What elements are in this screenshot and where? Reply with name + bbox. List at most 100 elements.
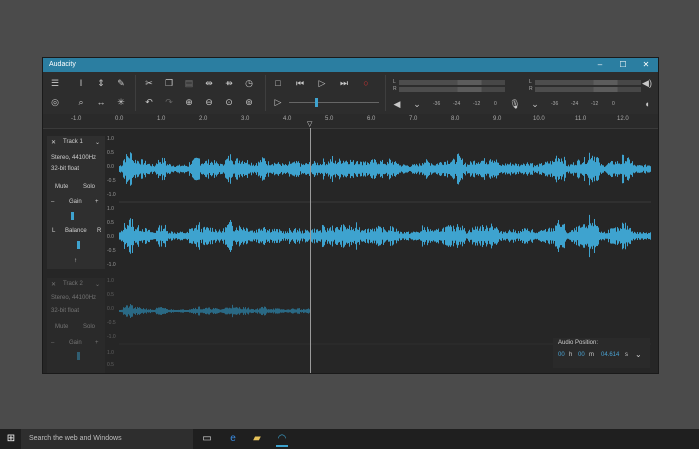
track1-solo-button[interactable]: Solo — [83, 184, 103, 190]
speaker-icon[interactable]: ◀) — [641, 77, 653, 89]
track2-gain-plus[interactable]: + — [95, 340, 103, 346]
audacity-taskbar-icon[interactable]: ◠ — [276, 433, 288, 447]
multi-tool-icon[interactable]: ✳ — [115, 96, 127, 108]
play-scale-12: -12 — [591, 101, 599, 107]
track2-y-axis: 1.0 0.5 0.0 -0.5 -1.0 1.0 0.5 — [107, 278, 116, 368]
taskbar: ⊞ Search the web and Windows ▭ e ▰ ◠ — [0, 429, 699, 449]
audio-position-minutes-unit: m — [589, 352, 594, 358]
playback-meter-r — [535, 87, 641, 92]
track2-mute-button[interactable]: Mute — [55, 324, 75, 330]
redo-icon[interactable]: ↷ — [163, 96, 175, 108]
menu-icon[interactable]: ☰ — [49, 77, 61, 89]
rec-meter-l-label: L — [393, 79, 396, 85]
select-tool-icon[interactable]: I — [75, 77, 87, 89]
zoom-out-icon[interactable]: ⊖ — [203, 96, 215, 108]
sync-icon[interactable]: ◷ — [243, 77, 255, 89]
play-meter-dropdown-icon[interactable]: ⌄ — [529, 98, 541, 110]
microphone-icon[interactable]: 🎙 — [509, 98, 521, 110]
close-button[interactable]: ✕ — [635, 59, 657, 71]
skip-start-icon[interactable]: ⏮ — [294, 77, 306, 89]
ruler-tick: 7.0 — [409, 116, 418, 122]
track1-gain-plus[interactable]: + — [95, 199, 103, 205]
timeline-ruler[interactable]: -1.0 0.0 1.0 2.0 3.0 4.0 5.0 6.0 7.0 8.0… — [43, 114, 658, 129]
track1-mute-button[interactable]: Mute — [55, 184, 75, 190]
record-level-icon[interactable]: ◎ — [49, 96, 61, 108]
track1-format: Stereo, 44100Hz — [51, 155, 97, 161]
record-meter-r — [399, 87, 505, 92]
zoom-in-icon[interactable]: ⊕ — [183, 96, 195, 108]
play-meter-r-label: R — [529, 86, 533, 92]
play-speed-slider[interactable] — [289, 98, 379, 107]
ruler-tick: 3.0 — [241, 116, 250, 122]
stop-icon[interactable]: □ — [272, 77, 284, 89]
track2-close-icon[interactable]: ✕ — [51, 281, 61, 288]
skip-end-icon[interactable]: ⏭ — [338, 77, 350, 89]
track2-control-panel: ✕ Track 2 ⌄ Stereo, 44100Hz 32-bit float… — [47, 278, 105, 373]
draw-tool-icon[interactable]: ✎ — [115, 77, 127, 89]
ruler-tick: 1.0 — [157, 116, 166, 122]
play-meter-l-label: L — [529, 79, 532, 85]
cut-icon[interactable]: ✂ — [143, 77, 155, 89]
record-icon[interactable]: ○ — [360, 77, 372, 89]
track2-gain-minus[interactable]: – — [51, 340, 59, 346]
track2-solo-button[interactable]: Solo — [83, 324, 103, 330]
audio-position-hours-unit: h — [569, 352, 573, 358]
ruler-tick: 8.0 — [451, 116, 460, 122]
timeshift-icon[interactable]: ↔ — [95, 96, 107, 108]
track1-y-axis: 1.0 0.5 0.0 -0.5 -1.0 1.0 0.5 0.0 -0.5 -… — [107, 136, 116, 268]
track2-menu-chevron-icon[interactable]: ⌄ — [95, 281, 105, 288]
track2-gain-slider[interactable] — [77, 352, 80, 360]
taskbar-search-box[interactable]: Search the web and Windows — [21, 429, 193, 449]
silence-icon[interactable]: ⇻ — [223, 77, 235, 89]
track1-close-icon[interactable]: ✕ — [51, 139, 61, 146]
ruler-tick: 2.0 — [199, 116, 208, 122]
track1-waveform[interactable] — [119, 136, 651, 270]
paste-icon[interactable]: ▤ — [183, 77, 195, 89]
track2-name[interactable]: Track 2 — [63, 281, 97, 287]
audio-position-hours[interactable]: 00 — [558, 352, 565, 358]
playhead-line[interactable] — [310, 128, 311, 373]
ruler-tick: 0.0 — [115, 116, 124, 122]
copy-icon[interactable]: ❐ — [163, 77, 175, 89]
track1-balance-slider[interactable] — [77, 241, 80, 249]
ruler-tick: 11.0 — [575, 116, 587, 122]
speaker-mic-icon[interactable]: ◀ — [391, 98, 403, 110]
fit-selection-icon[interactable]: ⊙ — [223, 96, 235, 108]
track2-gain-label: Gain — [69, 340, 82, 346]
audio-position-dropdown-icon[interactable]: ⌄ — [635, 350, 642, 359]
track1-balance-left: L — [52, 228, 56, 234]
track1-gain-slider[interactable] — [71, 212, 74, 220]
minimize-button[interactable]: – — [589, 59, 611, 71]
task-view-icon[interactable]: ▭ — [201, 433, 213, 445]
play-icon[interactable]: ▷ — [316, 77, 328, 89]
file-explorer-icon[interactable]: ▰ — [251, 433, 263, 445]
track1-name[interactable]: Track 1 — [63, 139, 97, 145]
zoom-tool-icon[interactable]: ⌕ — [75, 96, 87, 108]
playhead-marker-icon[interactable]: ▽ — [307, 120, 312, 128]
rec-meter-dropdown-icon[interactable]: ⌄ — [411, 98, 423, 110]
rec-scale-12: -12 — [473, 101, 481, 107]
fit-project-icon[interactable]: ⊚ — [243, 96, 255, 108]
edge-browser-icon[interactable]: e — [227, 433, 239, 445]
play-at-speed-icon[interactable]: ▷ — [272, 96, 284, 108]
play-scale-24: -24 — [571, 101, 579, 107]
audacity-window: Audacity – ☐ ✕ ☰ I ⇕ ✎ ◎ ⌕ ↔ ✳ ✂ ❐ ▤ ⇹ ⇻… — [42, 57, 659, 374]
track1-collapse-icon[interactable]: ↑ — [74, 258, 84, 264]
ruler-tick: 12.0 — [617, 116, 629, 122]
play-scale-0: 0 — [612, 101, 615, 107]
windows-start-icon[interactable]: ⊞ — [5, 433, 17, 445]
track1-menu-chevron-icon[interactable]: ⌄ — [95, 139, 105, 146]
rec-meter-r-label: R — [393, 86, 397, 92]
ruler-tick: 9.0 — [493, 116, 502, 122]
audio-position-seconds[interactable]: 04.614 — [601, 352, 619, 358]
track1-control-panel: ✕ Track 1 ⌄ Stereo, 44100Hz 32-bit float… — [47, 136, 105, 269]
record-meter-l — [399, 80, 505, 85]
undo-icon[interactable]: ↶ — [143, 96, 155, 108]
playback-volume-icon[interactable]: ◖ — [641, 98, 653, 110]
play-speed-thumb[interactable] — [315, 98, 318, 107]
maximize-button[interactable]: ☐ — [612, 59, 634, 71]
audio-position-minutes[interactable]: 00 — [578, 352, 585, 358]
envelope-tool-icon[interactable]: ⇕ — [95, 77, 107, 89]
trim-icon[interactable]: ⇹ — [203, 77, 215, 89]
track1-gain-minus[interactable]: – — [51, 199, 59, 205]
